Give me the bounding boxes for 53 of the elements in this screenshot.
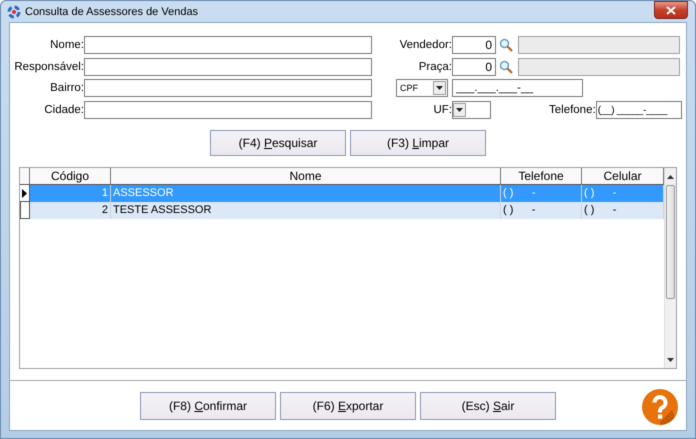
button[interactable]: (F4) Pesquisar	[210, 130, 346, 156]
input-field[interactable]: (__) _____-____	[596, 101, 682, 120]
table-cell: TESTE ASSESSOR	[111, 202, 501, 220]
field-label: Bairro:	[49, 82, 84, 94]
button[interactable]: (F3) Limpar	[350, 130, 486, 156]
dropdown-arrow-icon	[456, 108, 463, 112]
app-icon	[7, 4, 21, 18]
input-field[interactable]	[84, 101, 372, 120]
scrollbar[interactable]	[664, 168, 676, 368]
column-header[interactable]: Telefone	[501, 168, 582, 186]
close-icon	[666, 6, 676, 14]
input-field[interactable]	[84, 58, 372, 76]
search-icon[interactable]	[499, 38, 513, 52]
table-cell: ( ) -	[582, 185, 664, 202]
table-cell: ( ) -	[501, 202, 582, 220]
button[interactable]: (F8) Confirmar	[140, 392, 276, 420]
close-button[interactable]	[654, 1, 688, 19]
table-cell: ( ) -	[501, 185, 582, 202]
input-field[interactable]	[84, 36, 372, 54]
input-field[interactable]	[84, 79, 372, 98]
dropdown-arrow-icon	[436, 86, 443, 90]
column-header[interactable]: Celular	[582, 168, 664, 186]
field-label: UF:	[432, 104, 452, 116]
readonly-field[interactable]	[518, 58, 680, 76]
row-indicator[interactable]	[20, 185, 30, 202]
field-label: Vendedor:	[398, 39, 452, 51]
field-label: Praça:	[418, 60, 452, 73]
window-title: Consulta de Assessores de Vendas	[25, 6, 200, 18]
button[interactable]: (Esc) Sair	[420, 392, 556, 420]
help-icon[interactable]	[642, 389, 678, 426]
dropdown[interactable]: CPF	[396, 79, 448, 98]
input-field[interactable]: 0	[452, 36, 496, 54]
table-cell: 2	[30, 202, 111, 220]
readonly-field[interactable]	[518, 36, 680, 54]
field-label: Cidade:	[43, 104, 84, 116]
input-field[interactable]: 0	[452, 58, 496, 76]
field-label: Responsável:	[13, 60, 84, 73]
column-header[interactable]: Nome	[111, 168, 501, 186]
search-icon[interactable]	[499, 60, 513, 74]
column-header[interactable]: Código	[30, 168, 111, 186]
button[interactable]: (F6) Exportar	[280, 392, 416, 420]
field-label: Nome:	[49, 39, 84, 51]
scroll-up-icon[interactable]	[667, 174, 674, 179]
dropdown[interactable]	[452, 101, 491, 120]
table-cell: 1	[30, 185, 111, 202]
input-field[interactable]: ___.___.___-__	[452, 79, 583, 98]
table-cell: ASSESSOR	[111, 185, 501, 202]
header-corner	[20, 168, 30, 186]
table-cell: ( ) -	[582, 202, 664, 220]
scroll-down-icon[interactable]	[667, 358, 674, 362]
field-label: Telefone:	[549, 104, 596, 116]
row-pointer-icon	[22, 188, 27, 198]
row-indicator[interactable]	[20, 202, 30, 220]
